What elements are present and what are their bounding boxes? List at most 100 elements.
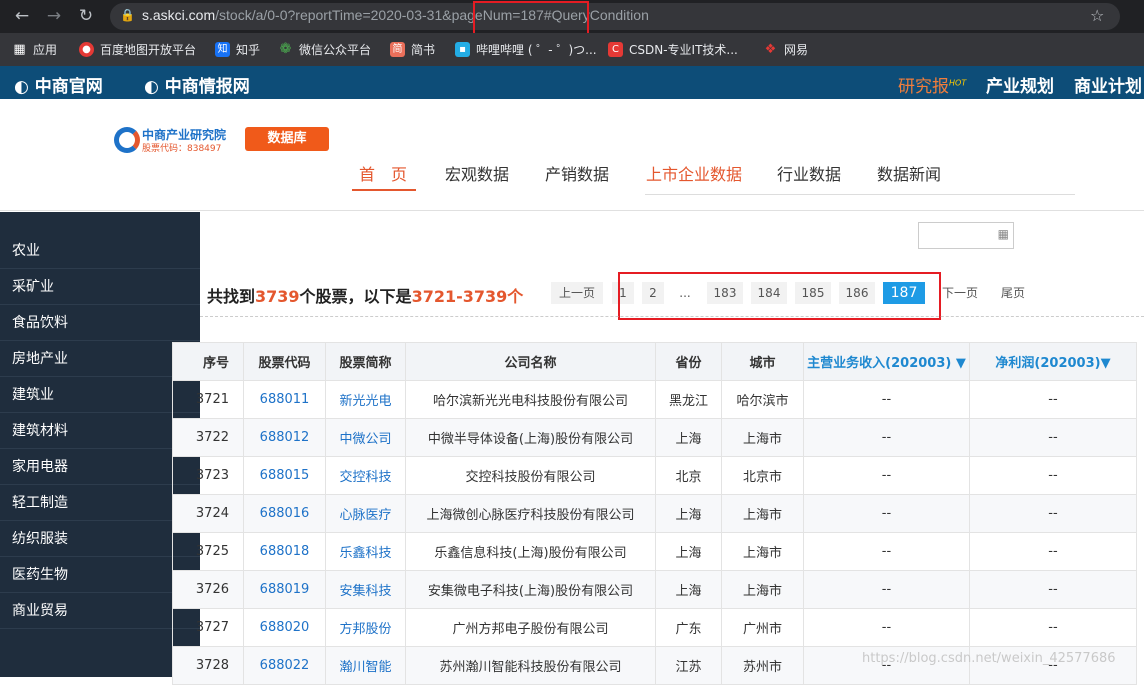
- mainnav-industry[interactable]: 行业数据: [777, 161, 841, 185]
- cell-short-name[interactable]: 中微公司: [325, 418, 406, 457]
- last-page-button[interactable]: 尾页: [996, 282, 1030, 304]
- mainnav-news[interactable]: 数据新闻: [877, 161, 941, 185]
- forward-arrow-icon[interactable]: →: [44, 6, 64, 26]
- cell-province: 上海: [655, 494, 722, 533]
- cell-code[interactable]: 688016: [243, 494, 326, 533]
- cell-province: 上海: [655, 532, 722, 571]
- cell-code[interactable]: 688011: [243, 380, 326, 419]
- col-header-name: 股票简称: [325, 342, 406, 381]
- cell-company: 哈尔滨新光光电科技股份有限公司: [405, 380, 656, 419]
- col-header-net-profit[interactable]: 净利润(202003)▼: [969, 342, 1137, 381]
- cell-short-name[interactable]: 方邦股份: [325, 608, 406, 647]
- bookmarks-bar: ▦ 应用 ● 百度地图开放平台 知知乎 ❁ 微信公众平台 简简书 ▪ 哔哩哔哩 ( ゜-…: [0, 33, 1144, 66]
- next-page-button[interactable]: 下一页: [938, 282, 982, 304]
- jianshu-icon: 简: [390, 42, 405, 57]
- sidebar-item-appliances[interactable]: 家用电器: [0, 449, 200, 485]
- reload-icon[interactable]: ↻: [76, 6, 96, 26]
- cell-code[interactable]: 688012: [243, 418, 326, 457]
- topnav-link-bizplan[interactable]: 商业计划: [1074, 72, 1142, 97]
- cell-revenue: --: [803, 380, 970, 419]
- bilibili-icon: ▪: [455, 42, 470, 57]
- cell-code[interactable]: 688018: [243, 532, 326, 571]
- csdn-icon: C: [608, 42, 623, 57]
- topnav-link-askci[interactable]: ◐ 中商官网: [14, 72, 103, 97]
- nav-divider: [645, 194, 1075, 195]
- cell-code[interactable]: 688022: [243, 646, 326, 685]
- cell-company: 交控科技股份有限公司: [405, 456, 656, 495]
- stock-table: 序号 股票代码 股票简称 公司名称 省份 城市 主营业务收入(202003) ▼…: [172, 342, 1137, 685]
- sidebar-item-agriculture[interactable]: 农业: [0, 233, 200, 269]
- sidebar-item-textile[interactable]: 纺织服装: [0, 521, 200, 557]
- table-row: 3726 688019 安集科技 安集微电子科技(上海)股份有限公司 上海 上海市 -- --: [172, 570, 1137, 609]
- col-header-city: 城市: [721, 342, 804, 381]
- cell-code[interactable]: 688015: [243, 456, 326, 495]
- bookmark-zhihu[interactable]: 知知乎: [215, 41, 260, 58]
- cell-province: 上海: [655, 570, 722, 609]
- bookmark-csdn[interactable]: C CSDN-专业IT技术...: [608, 41, 738, 58]
- date-input[interactable]: ▦: [918, 222, 1014, 249]
- bookmark-jianshu[interactable]: 简简书: [390, 41, 435, 58]
- table-row: 3723 688015 交控科技 交控科技股份有限公司 北京 北京市 -- --: [172, 456, 1137, 495]
- cell-code[interactable]: 688019: [243, 570, 326, 609]
- sidebar-item-pharma[interactable]: 医药生物: [0, 557, 200, 593]
- star-icon[interactable]: ☆: [1090, 6, 1104, 25]
- cell-company: 广州方邦电子股份有限公司: [405, 608, 656, 647]
- cell-city: 广州市: [721, 608, 804, 647]
- table-row: 3722 688012 中微公司 中微半导体设备(上海)股份有限公司 上海 上海市 -- --: [172, 418, 1137, 457]
- hot-badge: HOT: [949, 78, 967, 88]
- browser-toolbar: ← → ↻ 🔒 s.askci.com/stock/a/0-0?reportTi…: [0, 0, 1144, 36]
- lock-icon: 🔒: [120, 8, 135, 22]
- table-row: 3724 688016 心脉医疗 上海微创心脉医疗科技股份有限公司 上海 上海市 -- --: [172, 494, 1137, 533]
- mainnav-production[interactable]: 产销数据: [545, 161, 609, 185]
- cell-index: 3725: [172, 532, 244, 571]
- bookmark-apps[interactable]: ▦ 应用: [12, 41, 57, 58]
- mainnav-home[interactable]: 首 页: [359, 161, 407, 185]
- cell-index: 3728: [172, 646, 244, 685]
- cell-province: 北京: [655, 456, 722, 495]
- cell-short-name[interactable]: 瀚川智能: [325, 646, 406, 685]
- cell-short-name[interactable]: 乐鑫科技: [325, 532, 406, 571]
- cell-province: 广东: [655, 608, 722, 647]
- back-arrow-icon[interactable]: ←: [12, 6, 32, 26]
- apps-icon: ▦: [13, 42, 26, 57]
- mainnav-listed-companies[interactable]: 上市企业数据: [646, 161, 742, 185]
- site-header: 中商产业研究院 股票代码：838497 数据库 首 页 宏观数据 产销数据 上市…: [0, 99, 1144, 211]
- pagination-highlight-box: [618, 272, 941, 320]
- cell-code[interactable]: 688020: [243, 608, 326, 647]
- cell-net-profit: --: [969, 532, 1137, 571]
- col-header-province: 省份: [655, 342, 722, 381]
- cell-city: 哈尔滨市: [721, 380, 804, 419]
- bookmark-netease[interactable]: ❖ 网易: [763, 41, 808, 58]
- topnav-link-report[interactable]: 研究报HOT: [898, 72, 966, 97]
- topnav-link-planning[interactable]: 产业规划: [986, 72, 1054, 97]
- table-row: 3725 688018 乐鑫科技 乐鑫信息科技(上海)股份有限公司 上海 上海市 -- --: [172, 532, 1137, 571]
- sidebar-item-materials[interactable]: 建筑材料: [0, 413, 200, 449]
- mainnav-macro[interactable]: 宏观数据: [445, 161, 509, 185]
- prev-page-button[interactable]: 上一页: [551, 282, 603, 304]
- industry-sidebar: 农业 采矿业 食品饮料 房地产业 建筑业 建筑材料 家用电器 轻工制造 纺织服装…: [0, 212, 200, 677]
- sidebar-item-construction[interactable]: 建筑业: [0, 377, 200, 413]
- cell-short-name[interactable]: 安集科技: [325, 570, 406, 609]
- cell-short-name[interactable]: 心脉医疗: [325, 494, 406, 533]
- cell-short-name[interactable]: 交控科技: [325, 456, 406, 495]
- topnav-link-news[interactable]: ◐ 中商情报网: [144, 72, 250, 97]
- sidebar-item-light-industry[interactable]: 轻工制造: [0, 485, 200, 521]
- cell-company: 中微半导体设备(上海)股份有限公司: [405, 418, 656, 457]
- cell-short-name[interactable]: 新光光电: [325, 380, 406, 419]
- cell-index: 3727: [172, 608, 244, 647]
- cell-province: 江苏: [655, 646, 722, 685]
- sidebar-item-mining[interactable]: 采矿业: [0, 269, 200, 305]
- bookmark-baidu-map[interactable]: ● 百度地图开放平台: [79, 41, 196, 58]
- logo-subtitle: 股票代码：838497: [142, 144, 222, 154]
- cell-company: 上海微创心脉医疗科技股份有限公司: [405, 494, 656, 533]
- sidebar-item-food[interactable]: 食品饮料: [0, 305, 200, 341]
- database-button[interactable]: 数据库: [245, 127, 329, 151]
- sidebar-item-realestate[interactable]: 房地产业: [0, 341, 200, 377]
- bookmark-wechat[interactable]: ❁ 微信公众平台: [278, 41, 371, 58]
- bookmark-bilibili[interactable]: ▪ 哔哩哔哩 ( ゜- ゜)つ...: [455, 41, 597, 58]
- cell-revenue: --: [803, 532, 970, 571]
- cell-index: 3723: [172, 456, 244, 495]
- col-header-revenue[interactable]: 主营业务收入(202003) ▼: [803, 342, 970, 381]
- sidebar-item-commerce[interactable]: 商业贸易: [0, 593, 200, 629]
- logo-icon: [114, 127, 140, 153]
